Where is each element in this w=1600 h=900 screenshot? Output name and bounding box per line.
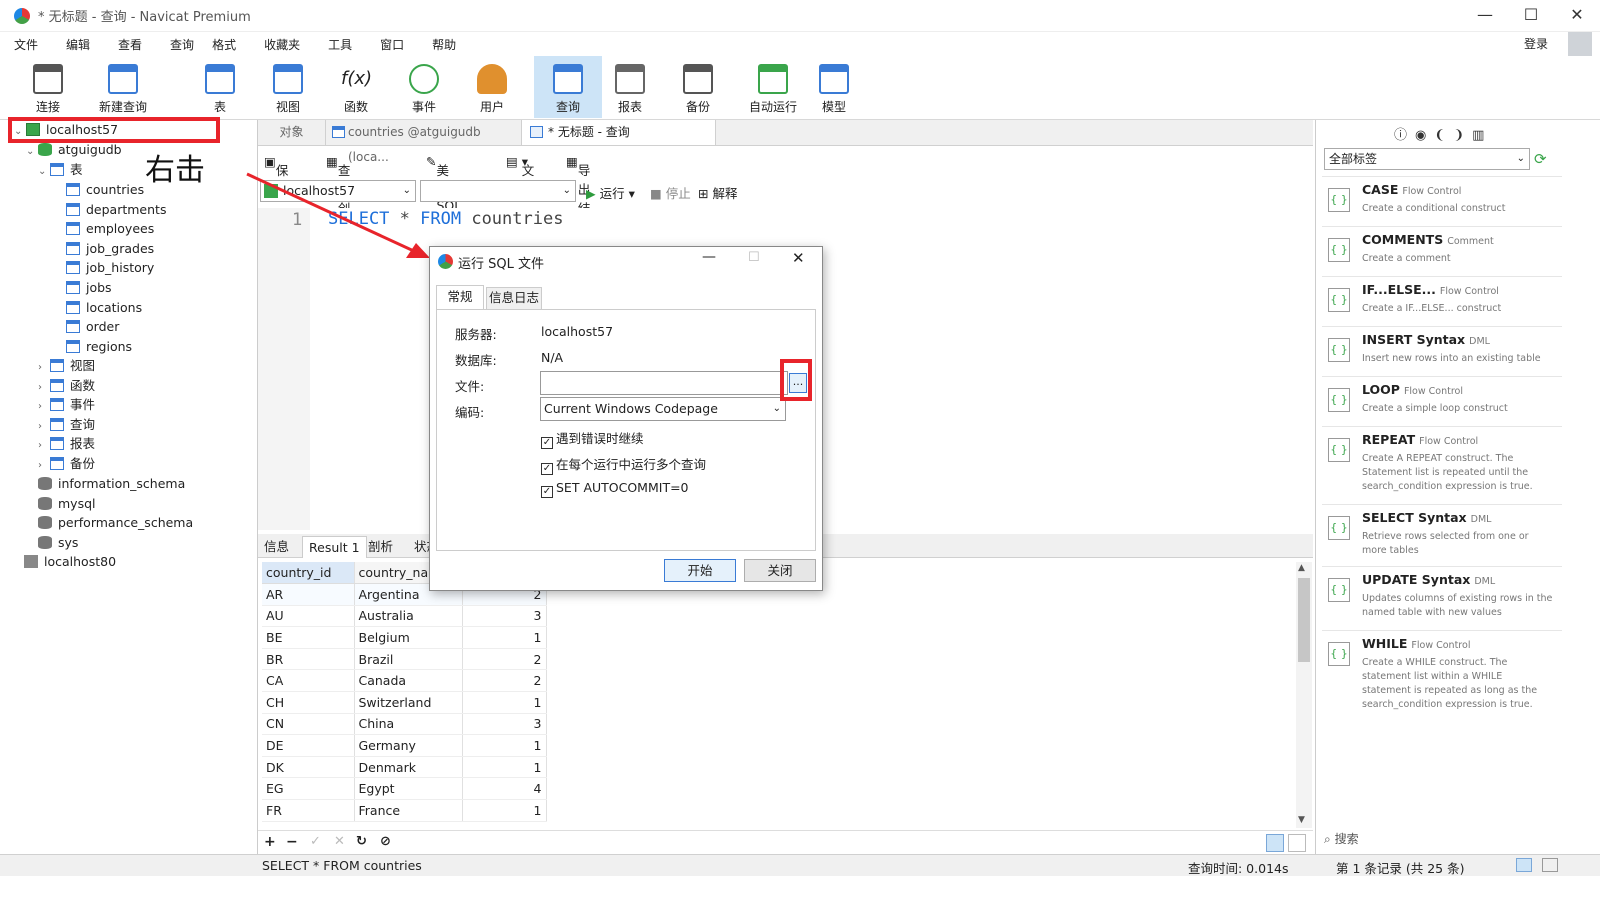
dialog-title: 运行 SQL 文件: [458, 257, 544, 272]
start-button[interactable]: 开始: [664, 559, 736, 582]
run-sql-file-dialog: 运行 SQL 文件 — ☐ ✕ 常规 信息日志 服务器: localhost57…: [429, 246, 823, 591]
chevron-down-icon: ⌄: [772, 403, 781, 414]
dialog-panel: 服务器: localhost57 数据库: N/A 文件: ... 编码: Cu…: [436, 309, 816, 551]
encoding-label: 编码:: [455, 405, 485, 420]
server-value: localhost57: [541, 324, 614, 339]
database-label: 数据库:: [455, 353, 497, 368]
server-label: 服务器:: [455, 327, 497, 342]
file-label: 文件:: [455, 379, 485, 394]
multiple-queries-checkbox[interactable]: ✓ 在每个运行中运行多个查询: [541, 454, 706, 475]
database-value: N/A: [541, 350, 564, 365]
checkbox-checked-icon: ✓: [541, 463, 553, 475]
dialog-maximize-button: ☐: [748, 250, 760, 265]
navicat-logo-icon: [438, 254, 453, 269]
arrow-line: [246, 172, 417, 254]
dialog-minimize-button[interactable]: —: [702, 249, 716, 265]
multiple-queries-label: 在每个运行中运行多个查询: [556, 457, 707, 472]
encoding-select[interactable]: Current Windows Codepage ⌄: [540, 397, 786, 421]
dialog-close-icon[interactable]: ✕: [792, 249, 805, 267]
dialog-tab-log[interactable]: 信息日志: [486, 287, 542, 309]
continue-on-error-checkbox[interactable]: ✓ 遇到错误时继续: [541, 428, 644, 449]
continue-on-error-label: 遇到错误时继续: [556, 431, 644, 446]
dialog-tab-general[interactable]: 常规: [436, 285, 484, 309]
close-dialog-button[interactable]: 关闭: [744, 559, 816, 582]
encoding-select-value: Current Windows Codepage: [544, 401, 718, 416]
file-path-input[interactable]: [540, 371, 788, 395]
highlight-box-browse: [780, 359, 812, 401]
checkbox-checked-icon: ✓: [541, 437, 553, 449]
autocommit-checkbox[interactable]: ✓ SET AUTOCOMMIT=0: [541, 480, 689, 498]
autocommit-label: SET AUTOCOMMIT=0: [556, 480, 689, 495]
checkbox-checked-icon: ✓: [541, 486, 553, 498]
